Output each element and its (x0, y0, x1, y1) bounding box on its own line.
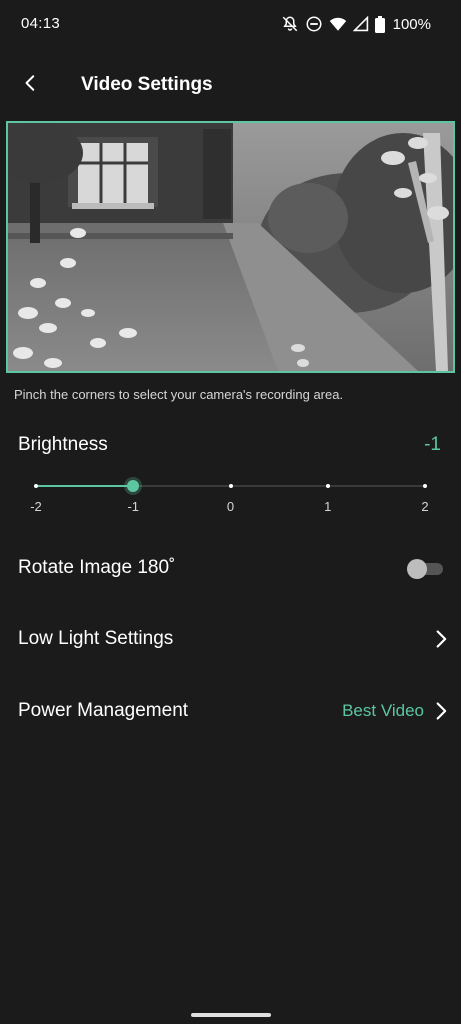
slider-tick-mark (325, 484, 330, 488)
app-header: Video Settings (0, 62, 461, 108)
notifications-off-icon (281, 15, 299, 33)
slider-tick-label: 1 (324, 499, 332, 514)
power-management-value: Best Video (342, 701, 424, 720)
status-bar: 04:13 100% (0, 0, 461, 50)
toggle-knob (407, 559, 427, 579)
status-icons: 100% (281, 14, 431, 34)
brightness-slider[interactable] (34, 478, 427, 494)
do-not-disturb-icon (305, 15, 323, 33)
slider-tick-label: 2 (421, 499, 429, 514)
back-arrow-icon (22, 74, 40, 97)
slider-tick-label: -1 (127, 499, 140, 514)
battery-icon (374, 15, 385, 33)
slider-tick-label: -2 (30, 499, 42, 514)
camera-image (8, 123, 453, 371)
rotate-image-toggle[interactable] (407, 559, 443, 579)
slider-tick-mark (228, 484, 233, 488)
brightness-value: -1 (424, 434, 441, 455)
power-management-label: Power Management (18, 700, 189, 721)
back-button[interactable] (14, 68, 48, 102)
brightness-label: Brightness (18, 434, 108, 455)
wifi-icon (329, 16, 347, 32)
home-indicator[interactable] (191, 1013, 271, 1017)
slider-fill (36, 485, 134, 487)
chevron-right-icon (431, 701, 451, 721)
low-light-settings-label: Low Light Settings (18, 628, 174, 649)
status-time: 04:13 (21, 15, 61, 32)
slider-tick-mark (423, 484, 427, 488)
low-light-settings-row[interactable]: Low Light Settings (0, 617, 461, 661)
rotate-image-label: Rotate Image 180˚ (18, 557, 176, 578)
power-management-row[interactable]: Power Management Best Video (0, 689, 461, 733)
chevron-right-icon (431, 629, 451, 649)
slider-tick-label: 0 (226, 499, 235, 514)
slider-tick-mark (34, 484, 38, 488)
signal-icon (352, 16, 369, 32)
rotate-image-row: Rotate Image 180˚ (0, 546, 461, 590)
slider-thumb[interactable] (127, 480, 140, 492)
camera-preview[interactable] (6, 121, 455, 373)
camera-instruction: Pinch the corners to select your camera'… (14, 387, 344, 402)
page-title: Video Settings (81, 74, 213, 95)
battery-percentage: 100% (392, 15, 431, 33)
